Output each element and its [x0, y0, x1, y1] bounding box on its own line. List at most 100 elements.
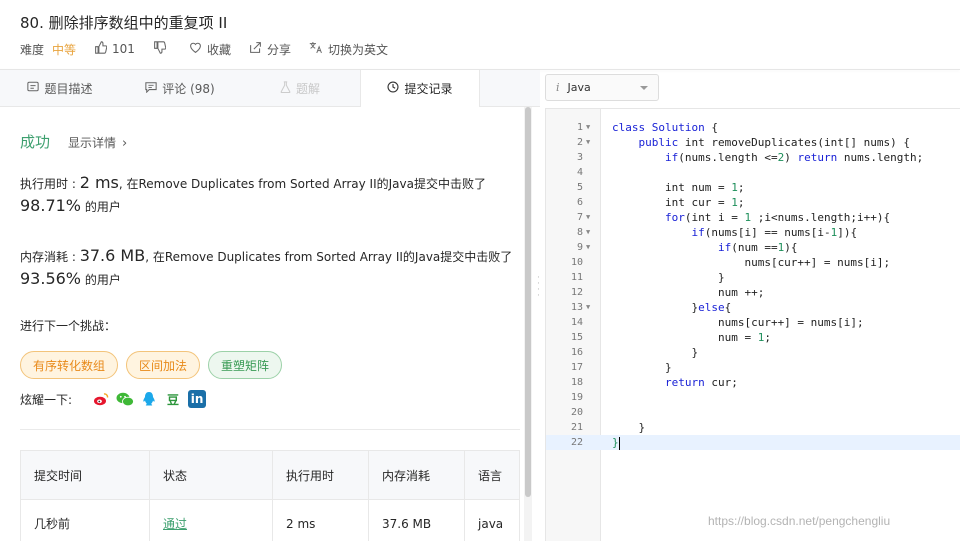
fold-arrow-icon: ▼ [586, 228, 591, 236]
runtime-percent: 98.71% [20, 196, 82, 215]
code-line: 17 } [570, 361, 672, 374]
like-count: 101 [112, 42, 135, 56]
problem-header: 80. 删除排序数组中的重复项 II 难度 中等 101 收藏 分享 切换为英文 [0, 0, 960, 70]
favorite-button[interactable]: 收藏 [189, 41, 231, 58]
description-icon [27, 81, 40, 95]
code-line: 3 if(nums.length <=2) return nums.length… [576, 151, 924, 164]
share-label-text: 炫耀一下: [20, 392, 73, 407]
code-line: 10 nums[cur++] = nums[i]; [570, 256, 891, 269]
text-cursor [618, 436, 620, 450]
chevron-right-icon: › [122, 136, 128, 151]
tab-description-label: 题目描述 [44, 81, 93, 96]
tab-comments-label: 评论 (98) [162, 81, 215, 96]
dislike-button[interactable] [153, 40, 171, 58]
flask-icon [280, 80, 291, 96]
switch-language-label: 切换为英文 [327, 42, 388, 57]
code-line: 6 int cur = 1; [576, 196, 745, 209]
code-line: 16 } [570, 346, 699, 359]
code-line: 4 [576, 167, 583, 178]
code-content[interactable]: 1 ▼ class Solution { 2 ▼ public int removeD… [546, 120, 960, 450]
switch-language-button[interactable]: 切换为英文 [309, 41, 388, 58]
tab-solutions-label: 题解 [295, 81, 320, 96]
col-memory: 内存消耗 [368, 450, 465, 500]
runtime-suffix: 的用户 [81, 200, 121, 214]
memory-value: 37.6 MB [79, 246, 146, 265]
fold-arrow-icon: ▼ [586, 243, 591, 251]
fold-arrow-icon: ▼ [586, 213, 591, 221]
like-button[interactable]: 101 [94, 40, 135, 58]
code-line: 8 ▼ if(nums[i] == nums[i-1]){ [576, 226, 858, 239]
code-line: 18 return cur; [570, 376, 738, 389]
code-line: 20 [570, 407, 583, 418]
cell-status[interactable]: 通过 [149, 499, 273, 541]
col-language: 语言 [464, 450, 520, 500]
challenge-tag[interactable]: 区间加法 [126, 351, 201, 379]
tab-solutions[interactable]: 题解 [240, 70, 360, 106]
linkedin-icon[interactable]: in [188, 390, 207, 408]
tab-description[interactable]: 题目描述 [0, 70, 120, 106]
chevron-down-icon [640, 86, 648, 90]
douban-icon[interactable]: 豆 [164, 390, 182, 408]
weibo-icon[interactable] [92, 390, 110, 408]
runtime-stat: 执行用时 : 2 ms, 在Remove Duplicates from Sor… [20, 172, 520, 218]
qq-icon[interactable] [140, 390, 158, 408]
challenge-tag[interactable]: 有序转化数组 [20, 351, 119, 379]
cell-submit-time: 几秒前 [20, 499, 150, 541]
code-line: 5 int num = 1; [576, 181, 745, 194]
code-line: 21 } [570, 421, 646, 434]
tab-submissions[interactable]: 提交记录 [360, 70, 480, 107]
submission-table: 提交时间 状态 执行用时 内存消耗 语言 几秒前 通过 2 ms 37.6 MB… [20, 450, 520, 541]
share-button[interactable]: 分享 [249, 41, 291, 58]
col-submit-time: 提交时间 [20, 450, 150, 500]
memory-percent: 93.56% [20, 269, 82, 288]
status-passed-link[interactable]: 通过 [163, 517, 187, 531]
challenge-tags: 有序转化数组 区间加法 重塑矩阵 [20, 351, 290, 379]
show-details-link[interactable]: 显示详情 › [68, 134, 127, 151]
memory-stat: 内存消耗 : 37.6 MB, 在Remove Duplicates from … [20, 245, 520, 291]
info-icon: i [556, 81, 560, 94]
language-value: Java [567, 81, 591, 94]
runtime-mid: , 在Remove Duplicates from Sorted Array I… [118, 177, 486, 191]
translate-icon [309, 41, 323, 58]
col-runtime: 执行用时 [272, 450, 369, 500]
memory-prefix: 内存消耗 : [20, 250, 80, 264]
code-line-active: 22} [546, 435, 960, 450]
code-editor[interactable]: 1 ▼ class Solution { 2 ▼ public int removeD… [545, 108, 960, 541]
runtime-value: 2 ms [79, 173, 119, 192]
memory-mid: , 在Remove Duplicates from Sorted Array I… [145, 250, 513, 264]
favorite-label: 收藏 [206, 42, 231, 57]
resize-handle[interactable]: · · · · [537, 274, 540, 301]
wechat-icon[interactable] [116, 390, 134, 408]
code-line: 13 ▼ }else{ [570, 301, 732, 314]
left-panel-scrollbar[interactable] [524, 107, 532, 541]
thumbs-up-icon [94, 40, 108, 58]
code-line: 1 ▼ class Solution { [576, 121, 718, 134]
cell-language: java [464, 499, 520, 541]
tab-comments[interactable]: 评论 (98) [120, 70, 240, 106]
table-header-row: 提交时间 状态 执行用时 内存消耗 语言 [20, 450, 520, 500]
result-status-row: 成功 显示详情 › [20, 131, 127, 152]
watermark: https://blog.csdn.net/pengchengliu [708, 514, 891, 528]
cell-runtime: 2 ms [272, 499, 369, 541]
cell-memory: 37.6 MB [368, 499, 465, 541]
section-divider [20, 429, 520, 430]
share-row: 炫耀一下: 豆 in [20, 390, 212, 408]
code-line: 9 ▼ if(num ==1){ [576, 241, 798, 254]
show-details-label: 显示详情 [68, 136, 117, 150]
problem-meta: 难度 中等 101 收藏 分享 切换为英文 [20, 40, 406, 58]
next-challenge-title: 进行下一个挑战： [20, 319, 117, 333]
fold-arrow-icon: ▼ [586, 123, 591, 131]
code-line: 14 nums[cur++] = nums[i]; [570, 316, 864, 329]
scrollbar-thumb[interactable] [525, 107, 531, 497]
comment-icon [145, 81, 157, 96]
tab-bar: 题目描述 评论 (98) 题解 提交记录 [0, 70, 540, 107]
code-line: 7 ▼ for(int i = 1 ;i<nums.length;i++){ [576, 211, 891, 224]
language-select[interactable]: i Java [545, 74, 659, 101]
code-line: 19 [570, 392, 583, 403]
status-success: 成功 [20, 133, 51, 151]
challenge-tag[interactable]: 重塑矩阵 [208, 351, 283, 379]
clock-icon [387, 81, 400, 96]
memory-suffix: 的用户 [81, 273, 121, 287]
heart-icon [189, 41, 202, 58]
fold-arrow-icon: ▼ [586, 303, 591, 311]
